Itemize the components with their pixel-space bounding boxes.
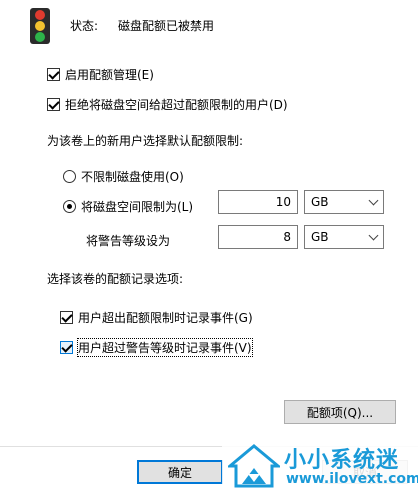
enable-quota-checkbox[interactable]: 启用配额管理(E) [47, 66, 154, 83]
logging-heading: 选择该卷的配额记录选项: [47, 272, 184, 286]
warn-unit-value: GB [311, 230, 329, 244]
green-lamp [35, 31, 45, 42]
log-warn-checkbox[interactable]: 用户超过警告等级时记录事件(V) [60, 338, 253, 357]
enable-quota-label: 启用配额管理(E) [65, 68, 154, 82]
checkbox-box[interactable] [47, 68, 60, 81]
no-limit-radio[interactable]: 不限制磁盘使用(O) [63, 168, 184, 185]
limit-unit-value: GB [311, 195, 329, 209]
log-limit-checkbox[interactable]: 用户超出配额限制时记录事件(G) [60, 309, 253, 326]
deny-space-checkbox[interactable]: 拒绝将磁盘空间给超过配额限制的用户(D) [47, 96, 288, 113]
quota-entries-button[interactable]: 配额项(Q)... [284, 400, 396, 424]
chevron-down-icon [368, 195, 379, 205]
limit-unit-select[interactable]: GB [304, 190, 384, 214]
status-label: 状态: [70, 19, 99, 33]
warn-unit-select[interactable]: GB [304, 225, 384, 249]
checkbox-box[interactable] [47, 98, 60, 111]
radio-circle[interactable] [63, 170, 76, 183]
quota-entries-label: 配额项(Q)... [306, 405, 374, 420]
house-logo-icon [228, 444, 280, 488]
deny-space-label: 拒绝将磁盘空间给超过配额限制的用户(D) [65, 98, 288, 112]
yellow-lamp [35, 20, 45, 31]
watermark-url: www.ilovext.com [286, 471, 418, 487]
traffic-light-icon [30, 8, 50, 44]
warn-value-input[interactable]: 8 [218, 225, 298, 249]
watermark: 小小系统迷 www.ilovext.com [222, 440, 418, 495]
log-warn-label: 用户超过警告等级时记录事件(V) [77, 338, 253, 357]
chevron-down-icon [368, 230, 379, 240]
status-value: 磁盘配额已被禁用 [118, 19, 215, 33]
watermark-title: 小小系统迷 [284, 448, 400, 473]
checkbox-box[interactable] [60, 341, 73, 354]
radio-circle[interactable] [63, 200, 76, 213]
red-lamp [35, 10, 45, 21]
limit-value-input[interactable]: 10 [218, 190, 298, 214]
limit-label: 将磁盘空间限制为(L) [81, 200, 194, 214]
checkbox-box[interactable] [60, 311, 73, 324]
defaults-heading: 为该卷上的新用户选择默认配额限制: [47, 134, 244, 148]
ok-label: 确定 [167, 465, 192, 480]
no-limit-label: 不限制磁盘使用(O) [81, 170, 184, 184]
warn-label: 将警告等级设为 [86, 234, 171, 248]
log-limit-label: 用户超出配额限制时记录事件(G) [78, 311, 253, 325]
limit-radio[interactable]: 将磁盘空间限制为(L) [63, 198, 193, 215]
ok-button[interactable]: 确定 [137, 460, 223, 484]
